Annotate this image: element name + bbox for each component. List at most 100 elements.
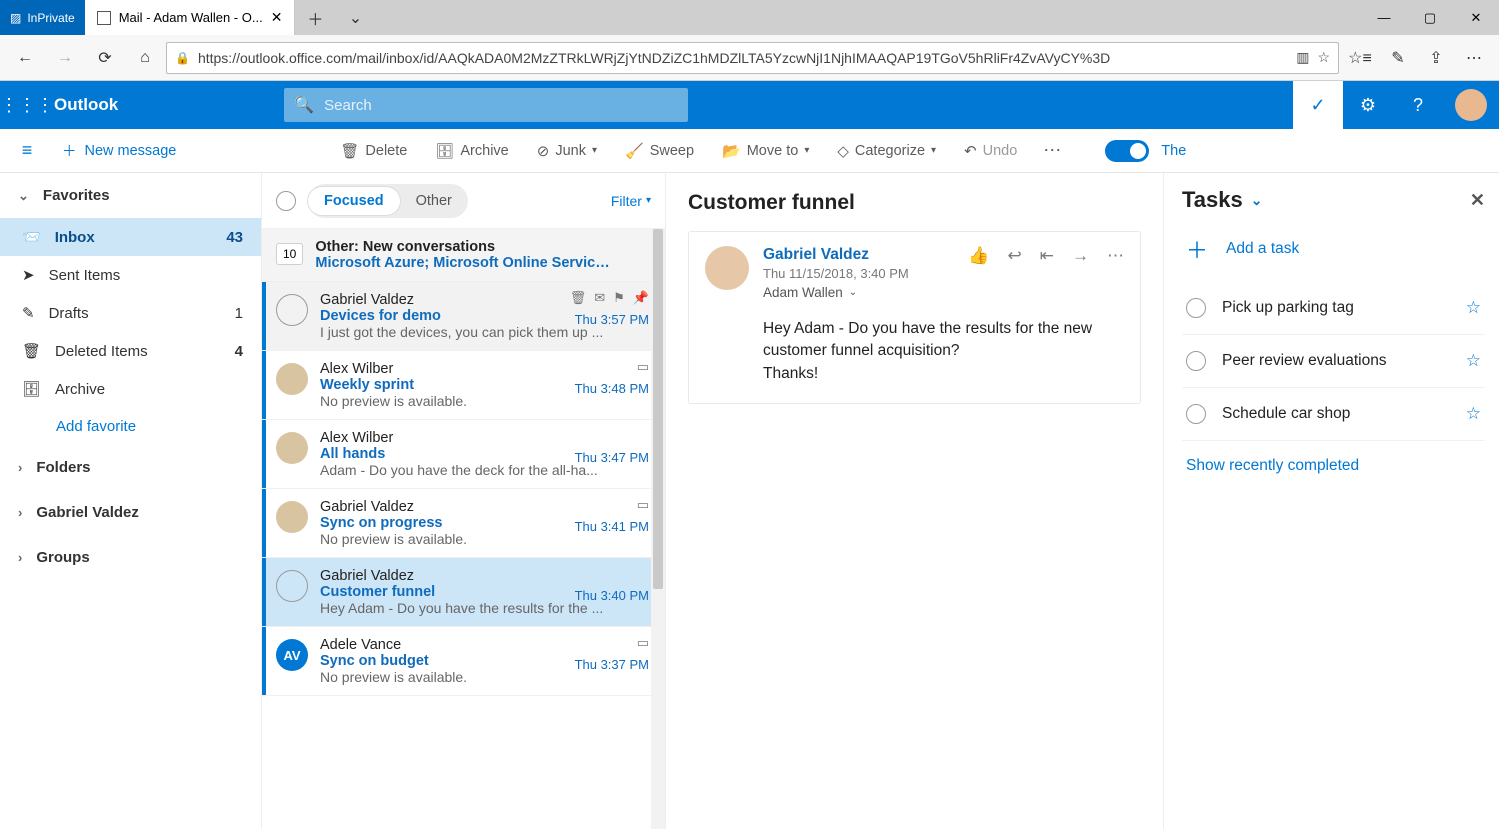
pin-icon[interactable]: 📌 [633,290,649,306]
flag-icon[interactable]: ⚑ [613,290,625,306]
product-name[interactable]: Outlook [54,95,142,115]
add-favorite-link[interactable]: Add favorite [0,408,261,445]
favorites-header[interactable]: ⌄Favorites [0,173,261,218]
folder-inbox[interactable]: 📨Inbox43 [0,218,261,256]
app-launcher-icon[interactable]: ⋮⋮⋮ [0,95,54,116]
star-icon[interactable]: ☆ [1466,351,1481,371]
task-item[interactable]: Peer review evaluations☆ [1182,335,1485,388]
folder-deleted[interactable]: 🗑Deleted Items4 [0,332,261,370]
star-icon[interactable]: ☆ [1466,404,1481,424]
nav-toggle-icon[interactable]: ≡ [10,140,44,161]
message-item[interactable]: Gabriel ValdezSync on progressNo preview… [262,489,665,558]
todo-pane-button[interactable]: ✓ [1293,81,1343,129]
scrollbar-thumb[interactable] [653,229,663,589]
close-window-button[interactable]: ✕ [1453,0,1499,35]
minimize-button[interactable]: — [1361,0,1407,35]
sender-avatar[interactable] [276,363,308,395]
categorize-button[interactable]: ◇Categorize▾ [825,142,948,160]
archive-button[interactable]: 🗄Archive [423,142,520,160]
more-actions-button[interactable]: ⋯ [1033,140,1071,161]
share-icon[interactable]: ⇪ [1417,39,1455,77]
undo-button[interactable]: ↶Undo [952,142,1029,160]
person-folder[interactable]: ›Gabriel Valdez [0,490,261,535]
other-count-badge: 10 [276,243,303,265]
sweep-button[interactable]: 🧹Sweep [613,142,706,160]
close-tasks-icon[interactable]: ✕ [1470,190,1485,211]
folder-drafts[interactable]: ✎Drafts1 [0,294,261,332]
folder-sent[interactable]: ➤Sent Items [0,256,261,294]
message-item[interactable]: Alex WilberAll handsAdam - Do you have t… [262,420,665,489]
star-icon[interactable]: ☆ [1466,298,1481,318]
sweep-label: Sweep [650,143,694,159]
message-item[interactable]: Alex WilberWeekly sprintNo preview is av… [262,351,665,420]
tabs-dropdown-icon[interactable]: ⌄ [335,0,375,35]
sender-avatar[interactable] [276,501,308,533]
reading-view-icon[interactable]: ▥ [1296,49,1309,66]
browser-tab[interactable]: Mail - Adam Wallen - O... ✕ [85,0,296,35]
settings-gear-icon[interactable]: ⚙ [1343,81,1393,129]
sender-avatar[interactable] [276,432,308,464]
search-box[interactable]: 🔍 [284,88,688,122]
show-completed-link[interactable]: Show recently completed [1182,441,1485,491]
folder-archive[interactable]: 🗄Archive [0,370,261,408]
junk-button[interactable]: ⊘Junk▾ [525,142,609,160]
new-tab-button[interactable]: ＋ [295,0,335,35]
more-message-actions-icon[interactable]: ⋯ [1107,246,1124,300]
like-icon[interactable]: 👍 [968,246,989,300]
task-checkbox[interactable] [1186,404,1206,424]
list-scrollbar[interactable] [651,229,665,829]
categorize-icon: ◇ [837,142,849,160]
folders-header[interactable]: ›Folders [0,445,261,490]
recipient-line[interactable]: Adam Wallen⌄ [763,285,909,300]
task-item[interactable]: Pick up parking tag☆ [1182,282,1485,335]
favorites-hub-icon[interactable]: ☆≡ [1341,39,1379,77]
select-checkbox[interactable] [276,570,308,602]
reading-pane-toggle[interactable] [1105,140,1149,162]
help-icon[interactable]: ? [1393,81,1443,129]
sender-avatar[interactable] [705,246,749,290]
delete-icon[interactable]: 🗑 [570,290,587,306]
chevron-down-icon[interactable]: ⌄ [1251,192,1263,209]
account-avatar[interactable] [1455,89,1487,121]
reply-icon[interactable]: ↩ [1008,246,1022,300]
forward-button[interactable]: → [46,39,84,77]
notes-icon[interactable]: ✎ [1379,39,1417,77]
task-checkbox[interactable] [1186,298,1206,318]
message-item[interactable]: AVAdele VanceSync on budgetNo preview is… [262,627,665,696]
select-all-checkbox[interactable] [276,191,296,211]
task-item[interactable]: Schedule car shop☆ [1182,388,1485,441]
sender-name[interactable]: Gabriel Valdez [763,246,909,264]
add-task-button[interactable]: ＋ Add a task [1182,213,1485,282]
tasks-pane: Tasks ⌄ ✕ ＋ Add a task Pick up parking t… [1163,173,1499,829]
other-new-conversations[interactable]: 10 Other: New conversations Microsoft Az… [262,229,665,282]
filter-button[interactable]: Filter▾ [611,193,651,209]
tab-focused[interactable]: Focused [308,187,400,215]
home-button[interactable]: ⌂ [126,39,164,77]
mark-read-icon[interactable]: ✉ [594,290,605,306]
back-button[interactable]: ← [6,39,44,77]
tab-other[interactable]: Other [400,187,468,215]
delete-button[interactable]: 🗑Delete [328,142,419,160]
forward-icon[interactable]: → [1072,246,1089,300]
select-checkbox[interactable] [276,294,308,326]
row-icons: ▭ [637,359,649,375]
address-bar[interactable]: 🔒 https://outlook.office.com/mail/inbox/… [166,42,1339,74]
move-to-button[interactable]: 📂Move to▾ [710,142,821,160]
calendar-icon: ▭ [637,635,649,651]
maximize-button[interactable]: ▢ [1407,0,1453,35]
message-item[interactable]: Gabriel ValdezDevices for demoI just got… [262,282,665,351]
sender-avatar[interactable]: AV [276,639,308,671]
settings-more-icon[interactable]: ⋯ [1455,39,1493,77]
new-message-button[interactable]: ＋ New message [48,140,190,161]
search-input[interactable] [324,97,678,114]
task-checkbox[interactable] [1186,351,1206,371]
refresh-button[interactable]: ⟳ [86,39,124,77]
chevron-right-icon: › [18,460,22,475]
reply-all-icon[interactable]: ⇤ [1040,246,1054,300]
groups-header[interactable]: ›Groups [0,535,261,580]
inprivate-badge: ▨ InPrivate [0,0,85,35]
unread-count: 43 [226,229,243,246]
tab-close-icon[interactable]: ✕ [271,9,283,26]
message-item[interactable]: Gabriel ValdezCustomer funnelHey Adam - … [262,558,665,627]
favorite-star-icon[interactable]: ☆ [1317,49,1330,66]
